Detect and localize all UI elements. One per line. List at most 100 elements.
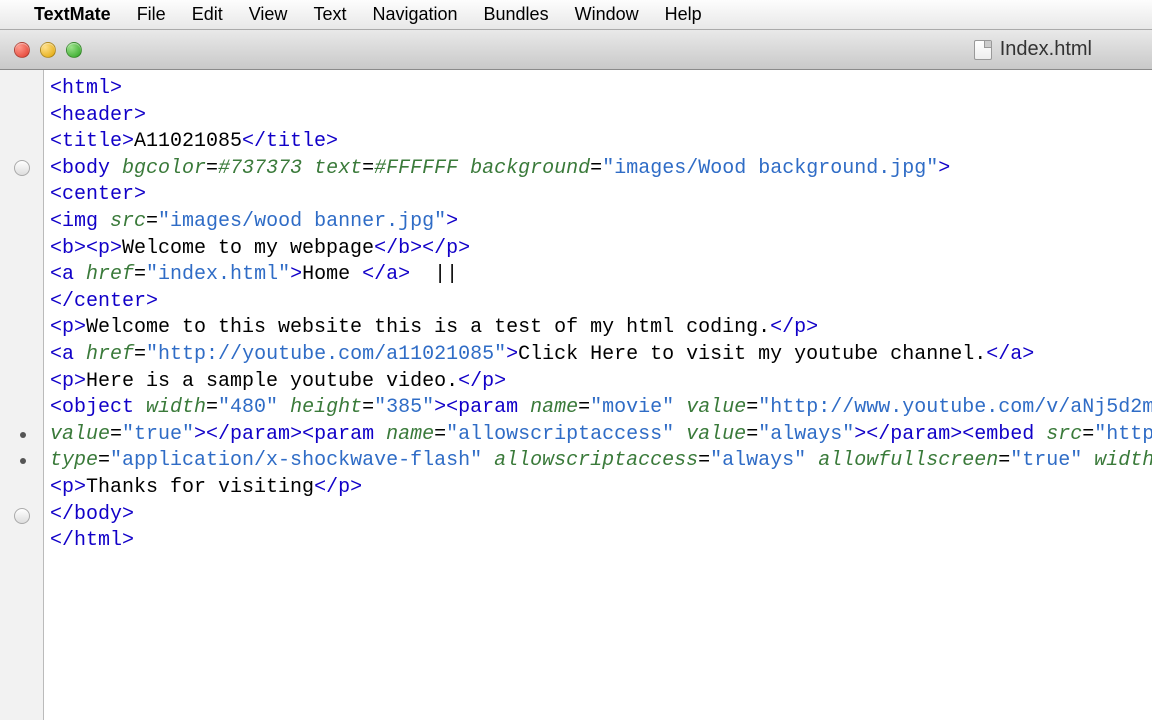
code-token: = [698,449,710,472]
code-token: background [470,157,590,180]
code-token: bgcolor [122,157,206,180]
code-token: A11021085 [134,130,242,153]
menu-bundles[interactable]: Bundles [484,4,549,25]
code-token: </center> [50,290,158,313]
code-token: value [50,423,110,446]
code-token: "index.html" [146,263,290,286]
code-token: href [86,263,134,286]
code-token [674,423,686,446]
code-area[interactable]: <html> <header> <title>A11021085</title>… [44,70,1152,720]
code-token: name [386,423,434,446]
menu-window[interactable]: Window [575,4,639,25]
code-token: Click Here to visit my youtube channel. [518,343,986,366]
code-token: allowscriptaccess [494,449,698,472]
code-token: ></param><embed [854,423,1046,446]
editor[interactable]: <html> <header> <title>A11021085</title>… [0,70,1152,720]
code-token: <b><p> [50,237,122,260]
gutter[interactable] [0,70,44,720]
menu-navigation[interactable]: Navigation [372,4,457,25]
code-token [278,396,290,419]
code-token: = [134,263,146,286]
code-token: </a> [362,263,410,286]
code-token [1082,449,1094,472]
menu-text[interactable]: Text [313,4,346,25]
code-token: </p> [314,476,362,499]
code-token: </p> [770,316,818,339]
document-title-text: Index.html [1000,38,1092,61]
code-token: </p> [458,370,506,393]
code-token: = [206,396,218,419]
code-token: value [686,396,746,419]
window-titlebar: Index.html [0,30,1152,70]
code-token: = [98,449,110,472]
code-token: = [362,396,374,419]
code-token: Home [302,263,362,286]
code-token: name [530,396,578,419]
code-token: "385" [374,396,434,419]
zoom-button[interactable] [66,42,82,58]
app-menu[interactable]: TextMate [34,4,111,25]
code-token [674,396,686,419]
code-token: "application/x-shockwave-flash" [110,449,482,472]
code-token: "true" [1010,449,1082,472]
code-token: </title> [242,130,338,153]
code-token [806,449,818,472]
code-token: src [110,210,146,233]
code-token: </a> [986,343,1034,366]
code-token [458,157,470,180]
code-token: Welcome to this website this is a test o… [86,316,770,339]
code-token: </html> [50,529,134,552]
code-token: = [746,423,758,446]
code-token: = [590,157,602,180]
close-button[interactable] [14,42,30,58]
code-token: "480" [218,396,278,419]
code-token: "http://www [1094,423,1152,446]
menu-help[interactable]: Help [665,4,702,25]
code-token: = [110,423,122,446]
menu-edit[interactable]: Edit [192,4,223,25]
code-token: = [1082,423,1094,446]
code-token: "movie" [590,396,674,419]
code-token: > [290,263,302,286]
code-token: </b></p> [374,237,470,260]
code-token: = [434,423,446,446]
code-token: <header> [50,104,146,127]
code-token: "true" [122,423,194,446]
code-token: </body> [50,503,134,526]
code-token: = [362,157,374,180]
code-token: <img [50,210,110,233]
code-token: type [50,449,98,472]
code-token: || [410,263,458,286]
code-token: Thanks for visiting [86,476,314,499]
document-title: Index.html [974,38,1092,61]
minimize-button[interactable] [40,42,56,58]
code-token: = [746,396,758,419]
menu-view[interactable]: View [249,4,288,25]
code-token: = [146,210,158,233]
code-token: <object [50,396,146,419]
code-token: ><param [434,396,530,419]
bookmark-icon[interactable] [20,458,26,464]
menu-file[interactable]: File [137,4,166,25]
code-token: <p> [50,370,86,393]
code-token: <a [50,343,86,366]
code-token: allowfullscreen [818,449,998,472]
code-token: <p> [50,476,86,499]
code-token: "http://www.youtube.com/v/aNj5d2m8Nsc [758,396,1152,419]
code-token: Welcome to my webpage [122,237,374,260]
bookmark-icon[interactable] [20,432,26,438]
code-token: "images/Wood background.jpg" [602,157,938,180]
fold-marker-icon[interactable] [14,508,30,524]
code-token: <body [50,157,122,180]
code-token: #FFFFFF [374,157,458,180]
fold-marker-icon[interactable] [14,160,30,176]
window-controls [14,42,82,58]
code-token: "images/wood banner.jpg" [158,210,446,233]
code-token: <center> [50,183,146,206]
code-token: = [206,157,218,180]
code-token: > [506,343,518,366]
code-token: <title> [50,130,134,153]
code-token: width [1094,449,1152,472]
code-token: "always" [710,449,806,472]
code-token: <html> [50,77,122,100]
